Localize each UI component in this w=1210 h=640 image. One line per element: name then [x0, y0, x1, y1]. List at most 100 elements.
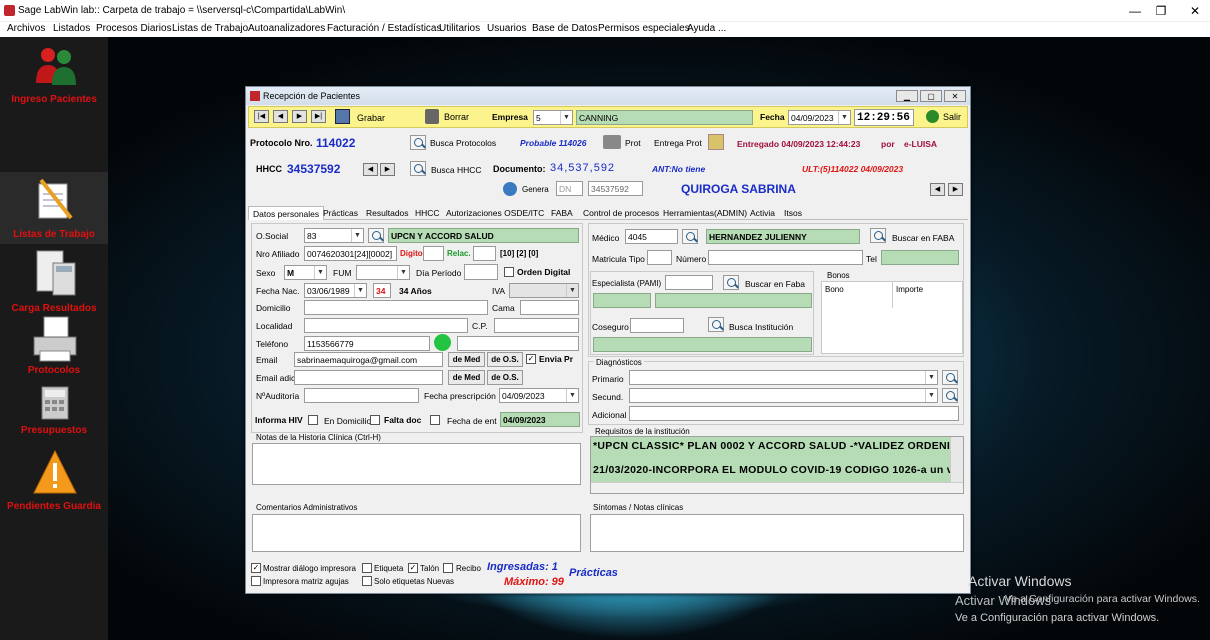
nro-afiliado-field[interactable]: 0074620301[24][0002]: [304, 246, 397, 261]
last-record-button[interactable]: ▶|: [311, 110, 326, 123]
next-record-button[interactable]: ▶: [292, 110, 307, 123]
empresa-select[interactable]: 5 ▼: [533, 110, 573, 125]
fum-field[interactable]: ▼: [356, 265, 410, 280]
iva-select[interactable]: ▼: [509, 283, 579, 298]
prev-patient-button[interactable]: ◀: [930, 183, 945, 196]
email-de-os-button[interactable]: de O.S.: [487, 352, 523, 367]
menu-usuarios[interactable]: Usuarios: [487, 23, 526, 34]
mostrar-dialogo-checkbox[interactable]: ✓: [251, 563, 261, 573]
tab-faba[interactable]: FABA: [551, 208, 573, 218]
search-icon[interactable]: [942, 370, 958, 385]
search-icon[interactable]: [708, 317, 724, 332]
first-record-button[interactable]: |◀: [254, 110, 269, 123]
cp-field[interactable]: [494, 318, 579, 333]
entrega-prot-button[interactable]: Entrega Prot: [654, 138, 702, 148]
fecha-prescripcion-field[interactable]: 04/09/2023 ▼: [499, 388, 579, 403]
horizontal-scrollbar[interactable]: [591, 482, 963, 493]
menu-facturacion[interactable]: Facturación / Estadísticas: [327, 23, 442, 34]
sidebar-item-carga-resultados[interactable]: Carga Resultados: [0, 245, 108, 315]
tab-activia[interactable]: Activia: [750, 208, 775, 218]
menu-utilitarios[interactable]: Utilitarios: [439, 23, 480, 34]
dia-periodo-field[interactable]: [464, 264, 498, 280]
adicional-field[interactable]: [629, 406, 959, 421]
primario-select[interactable]: ▼: [629, 370, 938, 385]
salir-button[interactable]: Salir: [943, 112, 961, 122]
dialog-maximize-button[interactable]: ▢: [920, 90, 942, 102]
telefono-field[interactable]: 1153566779: [304, 336, 430, 351]
nauditoria-field[interactable]: [304, 388, 419, 403]
prev-hhcc-button[interactable]: ◀: [363, 163, 378, 176]
envia-pr-checkbox[interactable]: ✓: [526, 354, 536, 364]
busca-hhcc-button[interactable]: Busca HHCC: [431, 165, 482, 175]
sidebar-item-pendientes-guardia[interactable]: Pendientes Guardia: [0, 447, 108, 517]
medico-field[interactable]: 4045: [625, 229, 678, 244]
informa-hiv-checkbox[interactable]: [308, 415, 318, 425]
menu-archivos[interactable]: Archivos: [7, 23, 45, 34]
falta-doc-checkbox[interactable]: [430, 415, 440, 425]
search-icon[interactable]: [682, 229, 698, 244]
close-button[interactable]: ✕: [1180, 0, 1210, 22]
menu-listas-trabajo[interactable]: Listas de Trabajo: [172, 23, 248, 34]
secundario-select[interactable]: ▼: [629, 388, 938, 403]
relac-field[interactable]: [473, 246, 496, 261]
email-adic-field[interactable]: [294, 370, 443, 385]
dialog-close-button[interactable]: ✕: [944, 90, 966, 102]
sexo-select[interactable]: M ▼: [284, 265, 327, 280]
comentarios-textarea[interactable]: [252, 514, 581, 552]
tab-autorizaciones[interactable]: Autorizaciones OSDE/ITC: [446, 208, 544, 218]
dni-field[interactable]: 34537592: [588, 181, 643, 196]
email-de-med-button[interactable]: de Med: [448, 352, 485, 367]
dni-select[interactable]: DN: [556, 181, 583, 196]
exit-icon[interactable]: [926, 110, 939, 123]
prev-record-button[interactable]: ◀: [273, 110, 288, 123]
tab-itsos[interactable]: Itsos: [784, 208, 802, 218]
prot-button[interactable]: Prot: [625, 138, 641, 148]
notas-hc-textarea[interactable]: [252, 443, 581, 485]
tab-datos-personales[interactable]: Datos personales: [248, 206, 325, 220]
dialog-minimize-button[interactable]: ▁: [896, 90, 918, 102]
buscar-faba2-button[interactable]: Buscar en Faba: [745, 279, 805, 289]
en-domicilio-checkbox[interactable]: [370, 415, 380, 425]
borrar-button[interactable]: Borrar: [444, 112, 469, 122]
osocial-select[interactable]: 83 ▼: [304, 228, 364, 243]
domicilio-field[interactable]: [304, 300, 488, 315]
sidebar-item-presupuestos[interactable]: Presupuestos: [0, 383, 108, 443]
menu-permisos[interactable]: Permisos especiales: [598, 23, 690, 34]
cama-field[interactable]: [520, 300, 579, 315]
especialista-field[interactable]: [665, 275, 713, 290]
next-patient-button[interactable]: ▶: [948, 183, 963, 196]
menu-ayuda[interactable]: Ayuda ...: [687, 23, 726, 34]
requisitos-box[interactable]: *UPCN CLASSIC* PLAN 0002 Y ACCORD SALUD …: [590, 436, 964, 494]
impresora-matriz-checkbox[interactable]: [251, 576, 261, 586]
maximize-button[interactable]: ❐: [1146, 0, 1176, 22]
buscar-faba-button[interactable]: Buscar en FABA: [892, 233, 954, 243]
busca-protocolos-button[interactable]: Busca Protocolos: [430, 138, 496, 148]
menu-autoanalizadores[interactable]: Autoanalizadores: [248, 23, 325, 34]
sidebar-item-listas-trabajo[interactable]: Listas de Trabajo: [0, 172, 108, 244]
numero-field[interactable]: [708, 250, 863, 265]
grabar-button[interactable]: Grabar: [357, 113, 385, 123]
menu-procesos-diarios[interactable]: Procesos Diarios: [96, 23, 172, 34]
orden-digital-checkbox[interactable]: [504, 267, 514, 277]
etiqueta-checkbox[interactable]: [362, 563, 372, 573]
save-icon[interactable]: [335, 109, 350, 124]
matricula-tipo-field[interactable]: [647, 250, 672, 265]
whatsapp-icon[interactable]: [434, 334, 451, 351]
email-adic-de-os-button[interactable]: de O.S.: [487, 370, 523, 385]
menu-base-datos[interactable]: Base de Datos: [532, 23, 598, 34]
tab-practicas[interactable]: Prácticas: [323, 208, 358, 218]
search-icon[interactable]: [942, 388, 958, 403]
fecha-field[interactable]: 04/09/2023 ▼: [788, 110, 851, 125]
tab-herramientas[interactable]: Herramientas(ADMIN): [663, 208, 747, 218]
tab-hhcc[interactable]: HHCC: [415, 208, 440, 218]
vertical-scrollbar[interactable]: [950, 437, 963, 482]
fecha-nac-field[interactable]: 03/06/1989 ▼: [304, 283, 367, 298]
printer-icon[interactable]: [603, 135, 621, 149]
email-adic-de-med-button[interactable]: de Med: [448, 370, 485, 385]
tab-control-procesos[interactable]: Control de procesos: [583, 208, 659, 218]
add-user-icon[interactable]: [503, 182, 517, 196]
trash-icon[interactable]: [425, 109, 439, 124]
tab-resultados[interactable]: Resultados: [366, 208, 409, 218]
email-field[interactable]: sabrinaemaquiroga@gmail.com: [294, 352, 443, 367]
search-icon[interactable]: [723, 275, 739, 290]
